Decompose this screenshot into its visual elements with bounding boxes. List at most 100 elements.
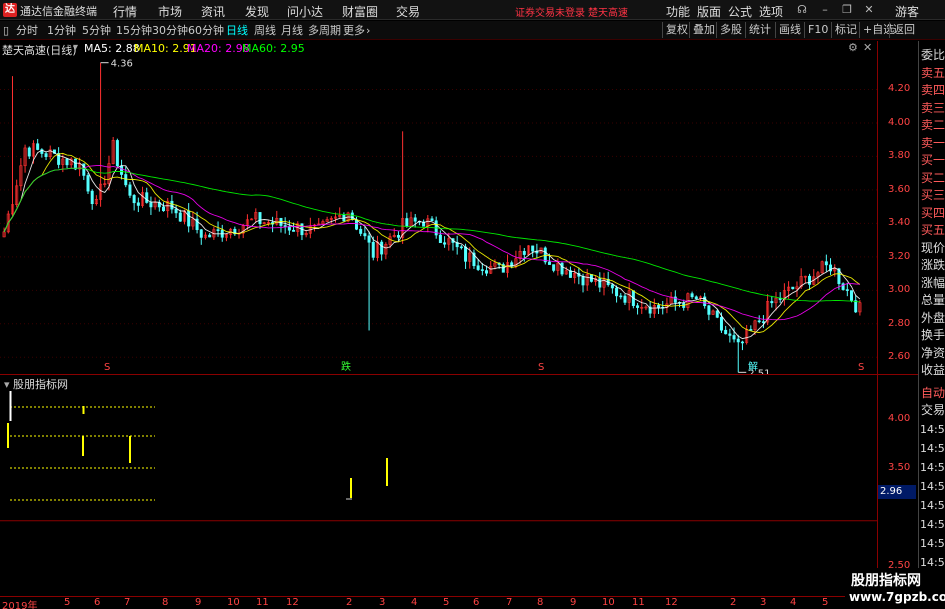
candle-body (761, 321, 765, 323)
login-status[interactable]: 证券交易未登录 (515, 4, 585, 19)
chart-header: 楚天高速(日线) ▾ MA5: 2.88 MA10: 2.91 MA20: 2.… (0, 41, 880, 57)
headset-icon[interactable]: ☊ (795, 3, 809, 17)
kline-chart[interactable]: 4.362.51S 跌 S 解 S (0, 56, 880, 374)
candle-body (522, 250, 526, 255)
candle-body (598, 278, 602, 288)
candle-body (73, 158, 77, 170)
signal-bar (82, 436, 84, 456)
tick-time: 14:56 (920, 537, 945, 550)
signal-mark: S (538, 362, 544, 373)
date-tick: 9 (570, 597, 577, 608)
period-30min[interactable]: 30分钟 (152, 23, 188, 38)
period-multi[interactable]: 多周期 (308, 23, 341, 38)
menu-quotes[interactable]: 行情 (113, 3, 137, 20)
tab-auto[interactable]: 自动 (921, 384, 945, 401)
menu-guest[interactable]: 游客 (895, 3, 919, 20)
candle-body (464, 246, 468, 262)
sub-tick: 4.00 (888, 413, 911, 424)
candle-body (443, 242, 447, 245)
candle-body (128, 184, 132, 196)
menu-layout[interactable]: 版面 (697, 3, 721, 20)
sub-indicator-chart[interactable] (0, 375, 880, 595)
menu-bar: 达 通达信金融终端 行情 市场 资讯 发现 问小达 财富圈 交易 证券交易未登录… (0, 0, 945, 20)
price-tick: 2.80 (888, 317, 911, 329)
period-monthly[interactable]: 月线 (281, 23, 303, 38)
signal-bar (82, 406, 85, 414)
minimize-icon[interactable]: – (818, 3, 832, 17)
date-tick: 2019年 (2, 601, 38, 609)
candle-body (657, 305, 661, 308)
candle-body (552, 264, 556, 271)
overlay-button[interactable]: 叠加 (689, 22, 718, 38)
mark-button[interactable]: 标记 (831, 22, 860, 38)
date-tick: 8 (162, 597, 169, 608)
quote-label: 涨跌 (921, 258, 945, 272)
back-button[interactable]: 返回 (889, 22, 918, 38)
ma60-label: MA60: 2.95 (242, 42, 305, 55)
candle-body (405, 218, 409, 227)
candle-body (845, 289, 849, 291)
sidebar-toggle-icon[interactable]: ▯ (3, 23, 9, 38)
menu-options[interactable]: 选项 (759, 3, 783, 20)
candle-body (363, 233, 367, 237)
chevron-right-icon[interactable]: › (366, 23, 370, 38)
close-icon[interactable]: ✕ (862, 3, 876, 17)
menu-trade[interactable]: 交易 (396, 3, 420, 20)
candle-body (115, 140, 119, 167)
quote-label: 买五 (921, 223, 945, 237)
tick-time: 14:56 (920, 423, 945, 436)
period-daily[interactable]: 日线 (226, 23, 248, 38)
quote-label: 换手 (921, 328, 945, 342)
candle-body (65, 158, 69, 166)
candle-body (120, 165, 124, 175)
period-more[interactable]: 更多 (343, 23, 365, 38)
signal-mark: 跌 (341, 360, 351, 373)
period-60min[interactable]: 60分钟 (188, 23, 224, 38)
multi-stock-button[interactable]: 多股 (716, 22, 745, 38)
restore-icon[interactable]: ❐ (840, 3, 854, 17)
menu-wealth[interactable]: 财富圈 (342, 3, 378, 20)
tick-time: 14:56 (920, 480, 945, 493)
candle-body (480, 269, 484, 271)
menu-market[interactable]: 市场 (158, 3, 182, 20)
candle-body (610, 284, 614, 289)
menu-news[interactable]: 资讯 (201, 3, 225, 20)
date-tick: 9 (195, 597, 202, 608)
candle-body (162, 206, 166, 212)
draw-line-button[interactable]: 画线 (775, 22, 804, 38)
candle-body (581, 275, 585, 286)
price-tick: 2.60 (888, 351, 911, 363)
f10-button[interactable]: F10 (804, 22, 831, 38)
date-tick: 10 (227, 597, 240, 608)
watermark-url: www.7gpzb.com (849, 590, 945, 604)
period-5min[interactable]: 5分钟 (82, 23, 111, 38)
candle-body (145, 192, 149, 203)
statistics-button[interactable]: 统计 (745, 22, 774, 38)
menu-ask[interactable]: 问小达 (287, 3, 323, 20)
candle-body (359, 228, 363, 234)
candle-body (707, 305, 711, 315)
close-chart-icon[interactable]: ✕ (863, 41, 872, 54)
candle-body (740, 341, 744, 344)
tab-trade[interactable]: 交易 (921, 401, 945, 418)
candle-body (258, 212, 262, 225)
period-1min[interactable]: 1分钟 (47, 23, 76, 38)
menu-function[interactable]: 功能 (666, 3, 690, 20)
date-tick: 2 (346, 597, 353, 608)
ma20-line (3, 165, 860, 321)
ma5-line (3, 149, 861, 340)
menu-formula[interactable]: 公式 (728, 3, 752, 20)
adjust-button[interactable]: 复权 (662, 22, 691, 38)
candle-body (90, 190, 94, 205)
date-tick: 7 (506, 597, 513, 608)
menu-discover[interactable]: 发现 (245, 3, 269, 20)
settings-icon[interactable]: ⚙ (848, 41, 858, 54)
date-tick: 12 (286, 597, 299, 608)
quote-label: 净资 (921, 345, 945, 360)
period-15min[interactable]: 15分钟 (116, 23, 152, 38)
dropdown-icon[interactable]: ▾ (73, 42, 78, 53)
period-intraday[interactable]: 分时 (16, 23, 38, 38)
period-weekly[interactable]: 周线 (254, 23, 276, 38)
date-tick: 7 (124, 597, 131, 608)
date-tick: 8 (537, 597, 544, 608)
